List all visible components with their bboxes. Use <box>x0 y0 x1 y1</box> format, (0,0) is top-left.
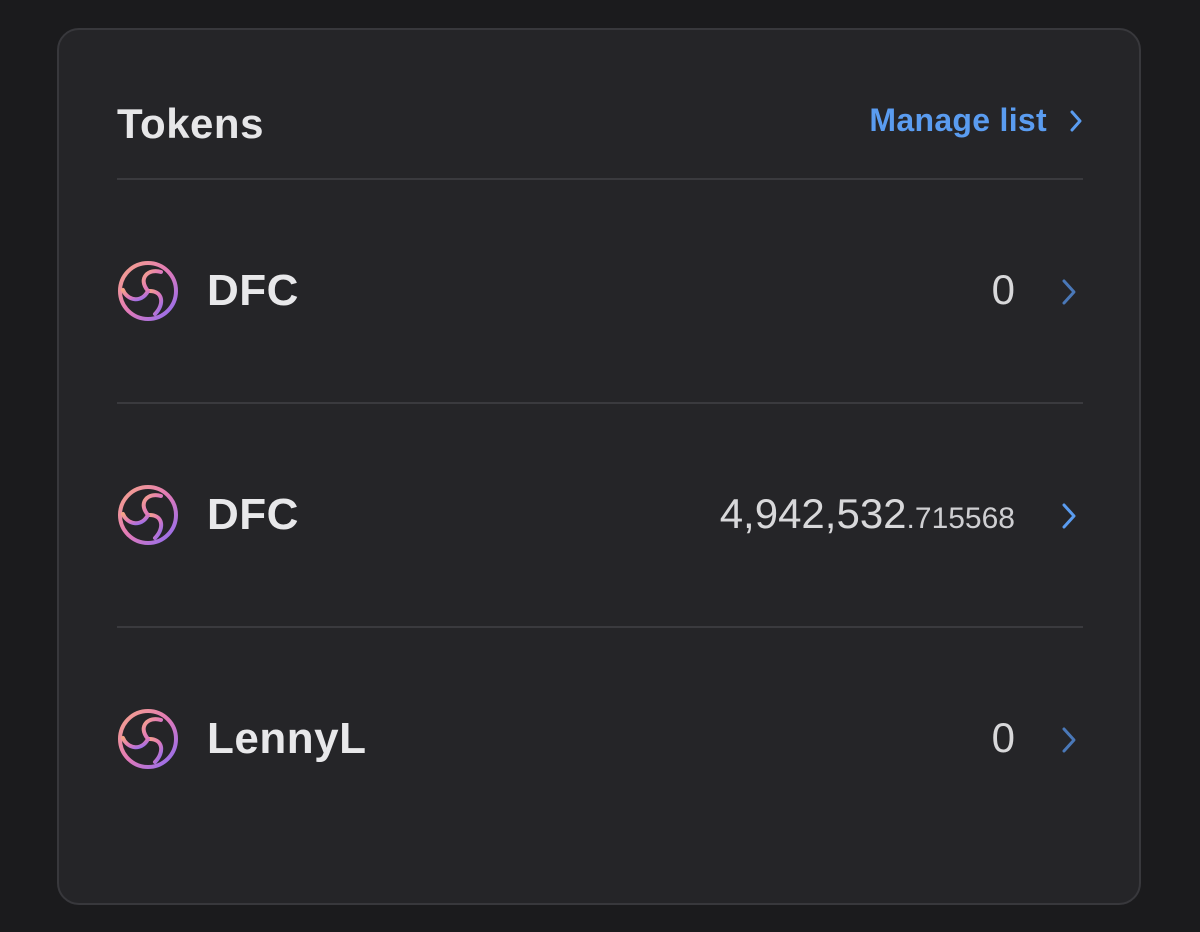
token-name: DFC <box>207 490 299 539</box>
tokens-header: Tokens Manage list <box>117 30 1083 180</box>
token-row-lennyl[interactable]: LennyL 0 <box>117 626 1083 850</box>
token-row-dfc-2[interactable]: DFC 4,942,532.715568 <box>117 402 1083 628</box>
chevron-right-icon <box>1062 279 1076 305</box>
chevron-right-icon <box>1070 110 1082 131</box>
token-amount: 0 <box>992 714 1015 762</box>
token-row-dfc-1[interactable]: DFC 0 <box>117 178 1083 404</box>
amount-integer: 4,942,532 <box>719 490 907 537</box>
tokens-card: Tokens Manage list DFC 0 DFC 4,942,532.7… <box>57 28 1141 905</box>
token-amount: 0 <box>992 266 1015 314</box>
token-logo-icon <box>118 709 178 769</box>
token-logo-icon <box>118 261 178 321</box>
amount-integer: 0 <box>991 714 1015 761</box>
manage-list-label: Manage list <box>869 102 1047 138</box>
chevron-right-icon <box>1062 727 1076 753</box>
token-logo-icon <box>118 485 178 545</box>
token-name: DFC <box>207 266 299 315</box>
token-name: LennyL <box>207 714 367 763</box>
amount-integer: 0 <box>991 266 1015 313</box>
chevron-right-icon <box>1062 503 1076 529</box>
manage-list-link[interactable]: Manage list <box>869 102 1083 139</box>
tokens-title: Tokens <box>117 100 264 147</box>
token-amount: 4,942,532.715568 <box>720 490 1015 538</box>
amount-decimal: .715568 <box>906 502 1015 535</box>
